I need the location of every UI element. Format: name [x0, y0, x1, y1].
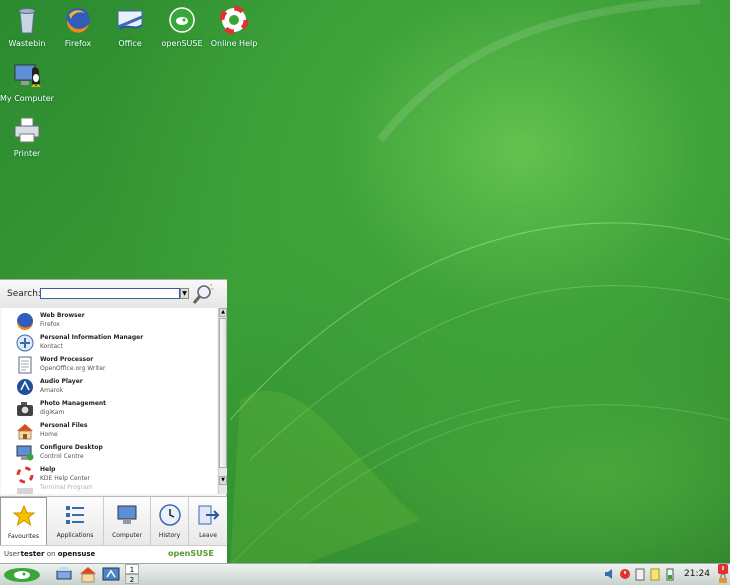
kickoff-menu: Search: ▼ Web Browser Firefox Personal I… [0, 279, 227, 563]
scroll-down-arrow[interactable]: ▼ [219, 476, 227, 485]
item-title: Personal Files [40, 422, 88, 429]
list-item-word-processor[interactable]: Word Processor OpenOffice.org Writer [1, 354, 217, 375]
list-item-web-browser[interactable]: Web Browser Firefox [1, 310, 217, 331]
printer-icon [14, 117, 40, 143]
home-icon[interactable] [79, 565, 97, 583]
lock-icon[interactable] [717, 574, 729, 584]
battery-icon[interactable] [664, 567, 676, 581]
taskbar: 1 2 21:24 [0, 563, 730, 585]
tab-label: Leave [199, 532, 217, 539]
item-subtitle: Firefox [40, 321, 60, 328]
desktop-icon-printer[interactable]: Printer [0, 115, 57, 158]
clock-icon [158, 504, 181, 526]
search-label: Search: [7, 289, 41, 299]
desktop-icon-online-help[interactable]: Online Help [204, 5, 264, 48]
menu-status-bar: User tester on opensuse openSUSE [0, 545, 227, 563]
favourites-list: Web Browser Firefox Personal Information… [1, 308, 217, 494]
opensuse-icon [169, 7, 195, 33]
klipper-icon[interactable] [634, 567, 646, 581]
opensuse-logo: openSUSE [168, 549, 214, 558]
firefox-icon [66, 8, 90, 33]
desktop-icon-label: Printer [13, 149, 41, 158]
pager-desktop-1[interactable]: 1 [125, 564, 139, 574]
tab-history[interactable]: History [151, 497, 189, 545]
scroll-up-arrow[interactable]: ▲ [219, 308, 227, 317]
show-desktop-icon[interactable] [102, 565, 120, 583]
tab-label: Applications [56, 532, 94, 539]
search-bar: Search: ▼ [0, 280, 227, 308]
desktop-pager: 1 2 [125, 564, 139, 585]
writer-icon [18, 356, 32, 374]
computer-icon [14, 64, 41, 87]
terminal-icon [17, 488, 33, 494]
star-icon [12, 504, 35, 527]
computer-icon [117, 505, 137, 524]
list-item-personal-files[interactable]: Personal Files Home [1, 420, 217, 441]
pager-desktop-2[interactable]: 2 [125, 574, 139, 584]
kontact-icon [16, 334, 34, 352]
list-item-pim[interactable]: Personal Information Manager Kontact [1, 332, 217, 353]
clock[interactable]: 21:24 [684, 569, 710, 579]
item-subtitle: KDE Help Center [40, 475, 91, 482]
update-applet-icon[interactable] [619, 567, 631, 581]
help-lifebuoy-icon [219, 5, 249, 35]
item-title: Audio Player [40, 378, 83, 385]
tab-applications[interactable]: Applications [47, 497, 104, 545]
item-title: Configure Desktop [40, 444, 103, 451]
search-dropdown-button[interactable]: ▼ [180, 288, 189, 299]
item-title: Word Processor [40, 356, 94, 363]
kickoff-launcher-icon[interactable] [2, 565, 42, 583]
notes-icon[interactable] [649, 567, 661, 581]
item-title: Web Browser [40, 312, 85, 319]
scroll-thumb[interactable] [219, 318, 227, 468]
list-item-configure-desktop[interactable]: Configure Desktop Control Centre [1, 442, 217, 463]
wastebin-icon [18, 8, 36, 34]
tab-label: Computer [112, 532, 142, 539]
applications-icon [66, 506, 84, 524]
favourites-scrollbar[interactable]: ▲ ▼ [218, 308, 227, 494]
amarok-icon [17, 379, 33, 395]
item-title: Terminal Program [40, 484, 93, 491]
desktop-icon-office[interactable]: Office [100, 5, 160, 48]
item-title: Help [40, 466, 56, 473]
item-subtitle: digiKam [40, 409, 65, 416]
item-subtitle: Kontact [40, 343, 63, 350]
list-item-terminal[interactable]: Terminal Program [1, 482, 217, 494]
tab-computer[interactable]: Computer [104, 497, 151, 545]
speaker-icon[interactable] [604, 567, 616, 581]
tab-favourites[interactable]: Favourites [0, 497, 47, 545]
item-title: Personal Information Manager [40, 334, 144, 341]
kickoff-tabs: Favourites Applications Computer History… [0, 496, 227, 545]
desktop-icon-label: My Computer [0, 94, 54, 103]
office-icon [117, 10, 143, 30]
magnifier-icon [192, 283, 214, 304]
leave-icon [198, 505, 220, 525]
network-icon[interactable] [55, 565, 73, 583]
item-title: Photo Management [40, 400, 107, 407]
tab-leave[interactable]: Leave [189, 497, 227, 545]
tab-label: Favourites [8, 533, 39, 540]
camera-icon [17, 402, 33, 416]
desktop-icon-opensuse[interactable]: openSUSE [152, 5, 212, 48]
desktop-icon-firefox[interactable]: Firefox [48, 5, 108, 48]
item-subtitle: Amarok [40, 387, 64, 394]
search-input[interactable] [40, 288, 180, 299]
desktop-icon-label: Firefox [64, 39, 92, 48]
item-subtitle: Home [40, 431, 58, 438]
list-item-audio-player[interactable]: Audio Player Amarok [1, 376, 217, 397]
tab-label: History [158, 532, 181, 539]
item-subtitle: Control Centre [40, 453, 84, 460]
desktop-icon-my-computer[interactable]: My Computer [0, 60, 57, 103]
desktop-icon-label: Online Help [210, 39, 258, 48]
list-item-photo-management[interactable]: Photo Management digiKam [1, 398, 217, 419]
home-icon [17, 424, 33, 440]
desktop-icon-label: openSUSE [161, 39, 203, 48]
desktop-icon-label: Office [118, 39, 142, 48]
firefox-icon [16, 313, 33, 330]
control-centre-icon [16, 445, 34, 461]
user-host-label: User tester on opensuse [4, 550, 96, 558]
item-subtitle: OpenOffice.org Writer [40, 365, 106, 372]
